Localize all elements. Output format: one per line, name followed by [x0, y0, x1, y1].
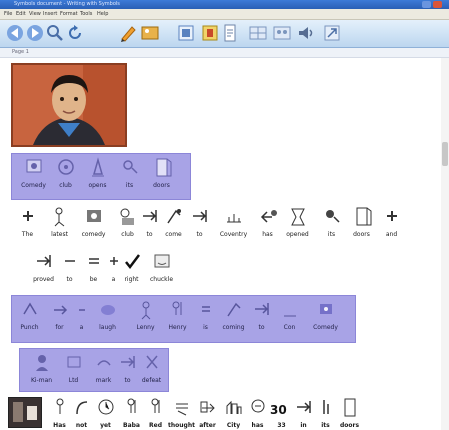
menu-view[interactable]: View: [29, 10, 41, 18]
arrow-icon[interactable]: [322, 23, 342, 43]
symbol-cell[interactable]: its: [116, 154, 143, 197]
symbol-cell[interactable]: to: [136, 203, 163, 246]
minimize-button[interactable]: [422, 1, 431, 8]
symbol-cell[interactable]: club: [52, 154, 79, 197]
symbol-cell[interactable]: Comedy: [20, 154, 47, 197]
toolbar: [0, 20, 449, 48]
symbol-cell[interactable]: its: [318, 203, 345, 246]
symbol-cell[interactable]: come: [160, 203, 187, 246]
symbol-cell[interactable]: to: [114, 349, 141, 392]
symbol-cell[interactable]: Henry: [164, 296, 191, 339]
page-icon[interactable]: [220, 23, 240, 43]
menu-help[interactable]: Help: [97, 10, 108, 18]
search-icon[interactable]: [45, 23, 65, 43]
symbol-cell[interactable]: and: [378, 203, 405, 246]
symbol-cell[interactable]: opened: [284, 203, 311, 246]
application-window: Symbols document - Writing with Symbols …: [0, 0, 449, 430]
symbol-cell[interactable]: to: [248, 296, 275, 339]
picture-icon[interactable]: [140, 23, 160, 43]
symbol-cell[interactable]: Punch: [16, 296, 43, 339]
speaker-icon[interactable]: [296, 23, 316, 43]
window-title: Symbols document - Writing with Symbols: [14, 1, 120, 7]
symbol-cell[interactable]: proved: [30, 248, 57, 291]
symbol-cell[interactable]: Con: [276, 296, 303, 339]
symbol-cell[interactable]: Ltd: [60, 349, 87, 392]
symbol-cell[interactable]: Comedy: [312, 296, 339, 339]
symbol-band-1: Comedy club opens its doors: [11, 153, 191, 200]
forward-icon[interactable]: [25, 23, 45, 43]
document-area[interactable]: Comedy club opens its doors The latest c…: [8, 58, 440, 430]
symbol-cell[interactable]: Lenny: [132, 296, 159, 339]
menu-tools[interactable]: Tools: [80, 10, 92, 18]
menu-edit[interactable]: Edit: [16, 10, 26, 18]
menu-insert[interactable]: Insert: [43, 10, 57, 18]
symbol-word: doors: [339, 422, 360, 429]
symbol-cell[interactable]: defeat: [138, 349, 165, 392]
symbol-cell[interactable]: Coventry: [220, 203, 247, 246]
symbol-word: laugh: [99, 324, 116, 331]
person-icon[interactable]: [200, 23, 220, 43]
refresh-icon[interactable]: [65, 23, 85, 43]
symbol-cell[interactable]: mark: [90, 349, 117, 392]
symbol-word: Con: [283, 324, 296, 331]
symbol-cell[interactable]: to: [56, 248, 83, 291]
pencil-icon[interactable]: [118, 23, 138, 43]
symbol-cell[interactable]: Ki-man: [28, 349, 55, 392]
symbol-word: and: [385, 231, 398, 238]
symbol-cell[interactable]: chuckle: [148, 248, 175, 291]
bottom-image[interactable]: [8, 397, 42, 428]
back-icon[interactable]: [5, 23, 25, 43]
symbol-word: Comedy: [313, 324, 338, 331]
symbol-cell[interactable]: latest: [46, 203, 73, 246]
symbol-word: chuckle: [149, 276, 174, 283]
status-strip: Page 1: [0, 48, 449, 58]
book-icon[interactable]: [176, 23, 196, 43]
symbol-word: doors: [153, 182, 170, 189]
symbol-cell[interactable]: a: [68, 296, 95, 339]
scrollbar-thumb[interactable]: [442, 142, 448, 166]
symbol-cell[interactable]: opens: [84, 154, 111, 197]
close-button[interactable]: [433, 1, 442, 8]
symbol-band-2: Punch for a laugh Lenny Henry is coming …: [11, 295, 356, 343]
symbol-cell[interactable]: coming: [220, 296, 247, 339]
symbol-cell[interactable]: laugh: [94, 296, 121, 339]
symbol-cell[interactable]: doors: [336, 394, 363, 430]
vertical-scrollbar[interactable]: [441, 58, 449, 430]
symbol-cell[interactable]: comedy: [80, 203, 107, 246]
symbol-cell[interactable]: The: [14, 203, 41, 246]
symbol-cell[interactable]: doors: [148, 154, 175, 197]
symbol-cell[interactable]: to: [186, 203, 213, 246]
symbol-cell[interactable]: has: [254, 203, 281, 246]
symbol-cell[interactable]: doors: [348, 203, 375, 246]
title-bar: Symbols document - Writing with Symbols: [0, 0, 449, 9]
menu-format[interactable]: Format: [60, 10, 78, 18]
boy-photo[interactable]: [11, 63, 127, 147]
menu-bar: File Edit View Insert Format Tools Help: [0, 9, 449, 20]
symbol-cell[interactable]: right: [118, 248, 145, 291]
symbol-word: defeat: [141, 377, 162, 384]
people-icon[interactable]: [272, 23, 292, 43]
page-status: Page 1: [12, 49, 29, 55]
grid-icon[interactable]: [248, 23, 268, 43]
symbol-cell[interactable]: is: [192, 296, 219, 339]
symbol-band-3: Ki-man Ltd mark to defeat: [19, 348, 169, 392]
menu-file[interactable]: File: [4, 10, 12, 18]
